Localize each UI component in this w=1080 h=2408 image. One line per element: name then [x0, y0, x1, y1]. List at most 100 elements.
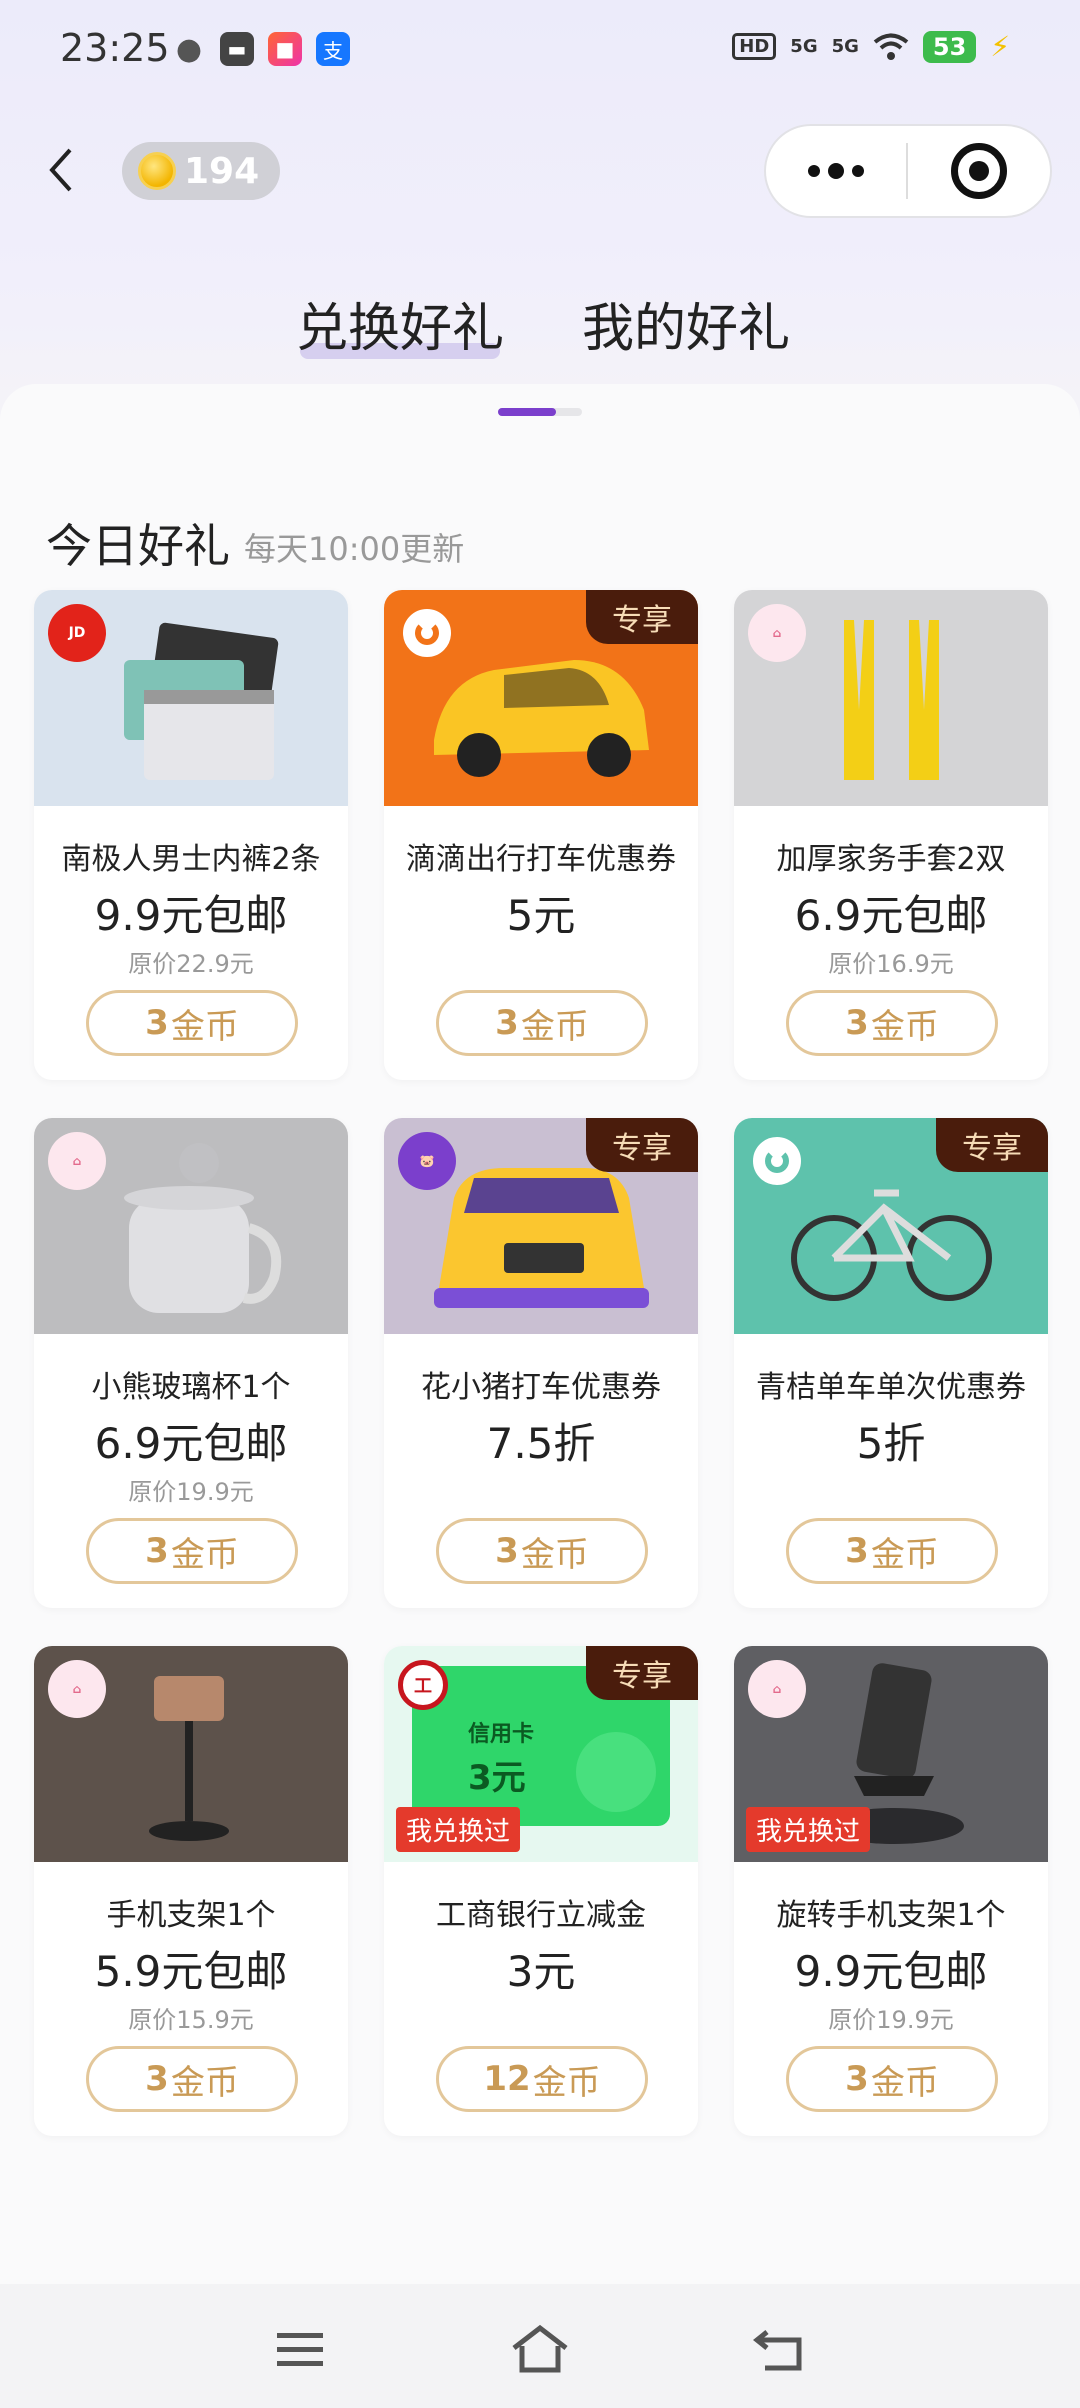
gift-card[interactable]: 信用卡 3元 工 专享 我兑换过 工商银行立减金 3元 12 金币: [384, 1646, 698, 2136]
status-time: 23:25: [60, 26, 170, 70]
menu-button[interactable]: [260, 2314, 340, 2384]
gift-price: 5折: [856, 1419, 926, 1468]
gift-name: 手机支架1个: [106, 1898, 276, 1933]
shop-logo-icon: ⌂: [748, 604, 806, 662]
redeemed-badge: 我兑换过: [746, 1807, 871, 1852]
section-title: 今日好礼: [46, 519, 230, 573]
gift-image: ⌂ 我兑换过: [734, 1646, 1048, 1862]
back-nav-button[interactable]: [740, 2314, 820, 2384]
gift-card[interactable]: ⌂ 加厚家务手套2双 6.9元包邮 原价16.9元 3 金币: [734, 590, 1048, 1080]
system-nav-bar: [0, 2284, 1080, 2408]
gift-image: 信用卡 3元 工 专享 我兑换过: [384, 1646, 698, 1862]
gift-image: 🐷 专享: [384, 1118, 698, 1334]
gift-name: 加厚家务手套2双: [776, 842, 1006, 877]
status-bar: 23:25 ● ▬ ■ 支 HD 5G 5G 53 ⚡: [0, 0, 1080, 100]
shop-logo-icon: ⌂: [748, 1660, 806, 1718]
home-icon: [512, 2324, 568, 2373]
gift-price: 3元: [506, 1947, 576, 1996]
coin-count: 194: [184, 150, 260, 192]
gift-original-price: 原价19.9元: [128, 1478, 254, 1506]
menu-icon: [277, 2333, 323, 2366]
hd-icon: HD: [732, 33, 777, 60]
redeem-button[interactable]: 3 金币: [86, 990, 298, 1056]
gift-image: ⌂: [34, 1118, 348, 1334]
gift-price: 9.9元包邮: [94, 891, 288, 940]
target-icon: [951, 143, 1007, 199]
gift-card[interactable]: JD 南极人男士内裤2条 9.9元包邮 原价22.9元 3 金币: [34, 590, 348, 1080]
gift-name: 小熊玻璃杯1个: [91, 1370, 291, 1405]
exclusive-badge: 专享: [586, 1646, 698, 1700]
home-button[interactable]: [500, 2314, 580, 2384]
gift-price: 7.5折: [486, 1419, 596, 1468]
wechat-icon: ●: [175, 31, 203, 67]
tab-my-gifts[interactable]: 我的好礼: [582, 286, 790, 361]
redeem-button[interactable]: 3 金币: [786, 990, 998, 1056]
gift-price: 5元: [506, 891, 576, 940]
gift-card[interactable]: ⌂ 手机支架1个 5.9元包邮 原价15.9元 3 金币: [34, 1646, 348, 2136]
gift-image: 专享: [384, 590, 698, 806]
return-icon: [753, 2330, 802, 2371]
gift-image: ⌂: [734, 590, 1048, 806]
gift-name: 旋转手机支架1个: [776, 1898, 1006, 1933]
tab-redeem-gifts[interactable]: 兑换好礼: [296, 286, 504, 361]
gift-name: 南极人男士内裤2条: [61, 842, 321, 877]
coin-icon: [138, 152, 176, 190]
back-button[interactable]: [36, 140, 86, 200]
gift-original-price: 原价19.9元: [828, 2006, 954, 2034]
gift-name: 青桔单车单次优惠券: [756, 1370, 1026, 1405]
signal-icon-2: 5G: [831, 36, 859, 57]
gift-card[interactable]: 🐷 专享 花小猪打车优惠券 7.5折 3 金币: [384, 1118, 698, 1608]
icbc-logo-icon: 工: [398, 1660, 448, 1710]
chevron-left-icon: [49, 148, 72, 192]
gift-original-price: 原价16.9元: [828, 950, 954, 978]
redeem-button[interactable]: 3 金币: [436, 990, 648, 1056]
alipay-icon: 支: [316, 32, 350, 66]
gift-price: 9.9元包邮: [794, 1947, 988, 1996]
gift-grid: JD 南极人男士内裤2条 9.9元包邮 原价22.9元 3 金币 专享 滴滴出行打…: [34, 590, 1048, 2136]
redeem-button[interactable]: 3 金币: [786, 1518, 998, 1584]
charging-icon: ⚡: [990, 30, 1010, 63]
gift-card[interactable]: 专享 青桔单车单次优惠券 5折 3 金币: [734, 1118, 1048, 1608]
gift-name: 花小猪打车优惠券: [421, 1370, 661, 1405]
battery-icon: 53: [922, 30, 977, 63]
shop-logo-icon: ⌂: [48, 1132, 106, 1190]
status-app-icons: ● ▬ ■ 支: [172, 31, 350, 67]
gift-card[interactable]: ⌂ 小熊玻璃杯1个 6.9元包邮 原价19.9元 3 金币: [34, 1118, 348, 1608]
gift-price: 6.9元包邮: [94, 1419, 288, 1468]
redeem-button[interactable]: 3 金币: [86, 2046, 298, 2112]
exclusive-badge: 专享: [936, 1118, 1048, 1172]
gift-price: 6.9元包邮: [794, 891, 988, 940]
redeemed-badge: 我兑换过: [396, 1807, 521, 1852]
gift-price: 5.9元包邮: [94, 1947, 288, 1996]
gift-image: JD: [34, 590, 348, 806]
redeem-button[interactable]: 3 金币: [436, 1518, 648, 1584]
gift-name: 滴滴出行打车优惠券: [406, 842, 676, 877]
didi-logo-icon: [398, 604, 456, 662]
message-icon: ▬: [220, 32, 254, 66]
jd-logo-icon: JD: [48, 604, 106, 662]
exclusive-badge: 专享: [586, 1118, 698, 1172]
gift-original-price: 原价15.9元: [128, 2006, 254, 2034]
gift-image: ⌂: [34, 1646, 348, 1862]
wifi-icon: [873, 33, 909, 60]
signal-icon: 5G: [790, 36, 818, 57]
status-indicators: HD 5G 5G 53 ⚡: [732, 30, 1010, 63]
scroll-indicator: [498, 408, 582, 416]
shop-logo-icon: ⌂: [48, 1660, 106, 1718]
gift-card[interactable]: ⌂ 我兑换过 旋转手机支架1个 9.9元包邮 原价19.9元 3 金币: [734, 1646, 1048, 2136]
more-button[interactable]: [766, 126, 906, 216]
redeem-button[interactable]: 3 金币: [86, 1518, 298, 1584]
coin-balance: 194: [122, 142, 280, 200]
gift-image: 专享: [734, 1118, 1048, 1334]
huaxiaozhu-logo-icon: 🐷: [398, 1132, 456, 1190]
shopping-app-icon: ■: [268, 32, 302, 66]
close-button[interactable]: [908, 126, 1050, 216]
redeem-button[interactable]: 12 金币: [436, 2046, 648, 2112]
gift-name: 工商银行立减金: [436, 1898, 646, 1933]
gift-card[interactable]: 专享 滴滴出行打车优惠券 5元 3 金币: [384, 590, 698, 1080]
section-subtitle: 每天10:00更新: [244, 530, 465, 568]
redeem-button[interactable]: 3 金币: [786, 2046, 998, 2112]
exclusive-badge: 专享: [586, 590, 698, 644]
mini-program-capsule: [764, 124, 1052, 218]
qingju-logo-icon: [748, 1132, 806, 1190]
